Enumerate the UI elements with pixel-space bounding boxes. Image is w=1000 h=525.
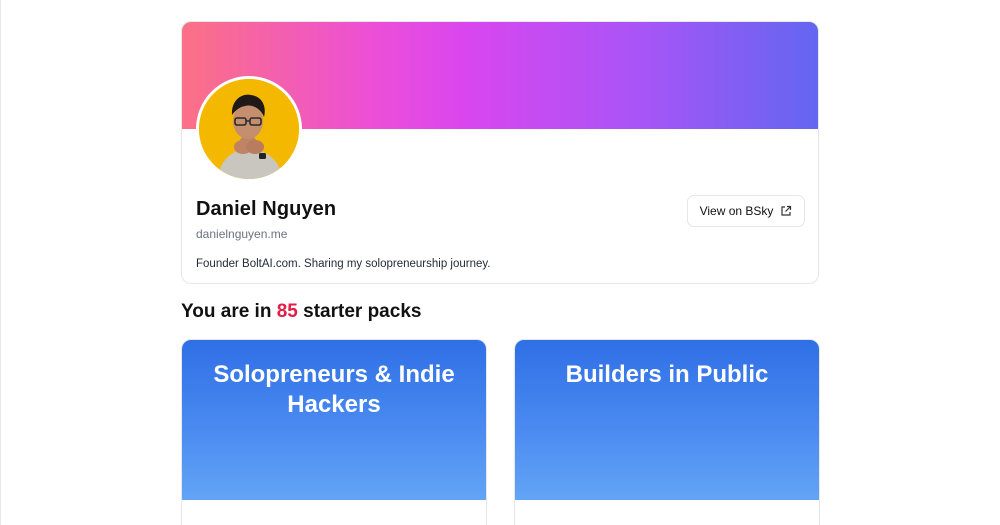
starter-pack-title: Builders in Public: [565, 361, 769, 388]
window-edge: [0, 0, 1, 525]
starter-pack-title: Solopreneurs & Indie Hackers: [213, 361, 455, 418]
avatar: [196, 76, 302, 182]
profile-card: Daniel Nguyen danielnguyen.me Founder Bo…: [181, 21, 819, 284]
starter-pack-card[interactable]: Solopreneurs & Indie Hackers: [181, 339, 487, 525]
starter-packs-heading: You are in 85 starter packs: [181, 301, 421, 323]
page: Daniel Nguyen danielnguyen.me Founder Bo…: [0, 0, 1000, 525]
starter-pack-count: 85: [276, 301, 298, 322]
starter-pack-card[interactable]: Builders in Public: [514, 339, 820, 525]
profile-name: Daniel Nguyen: [196, 198, 337, 220]
avatar-image: [199, 79, 299, 179]
view-on-bsky-label: View on BSky: [699, 204, 774, 218]
heading-suffix: starter packs: [297, 301, 422, 322]
heading-prefix: You are in: [181, 301, 277, 322]
profile-handle: danielnguyen.me: [196, 227, 288, 241]
external-link-icon: [780, 205, 792, 217]
view-on-bsky-button[interactable]: View on BSky: [687, 195, 805, 227]
profile-bio: Founder BoltAI.com. Sharing my soloprene…: [196, 258, 491, 270]
